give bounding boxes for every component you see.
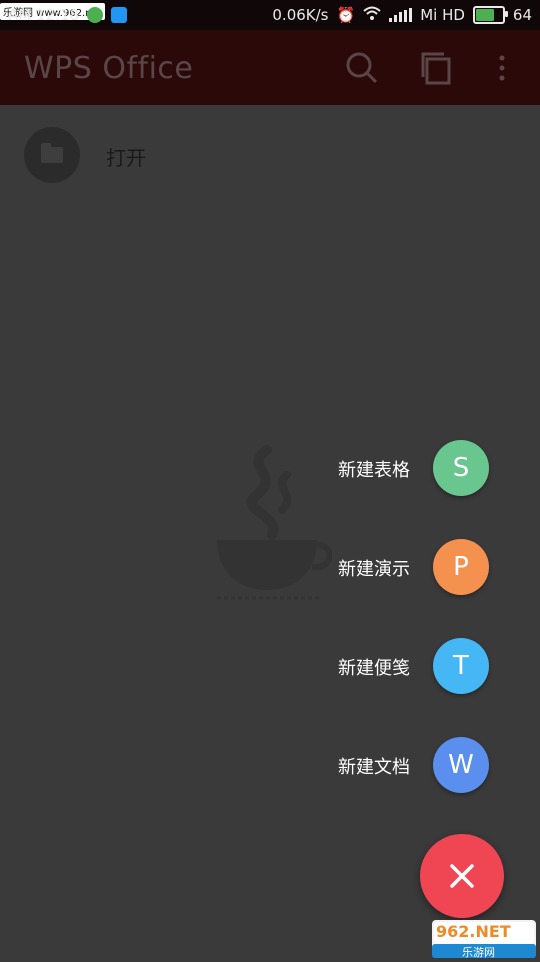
open-label: 打开 [106, 146, 146, 170]
window-switch-icon[interactable] [418, 50, 454, 86]
presentation-button[interactable]: P [433, 539, 489, 595]
document-icon: W [448, 750, 474, 780]
signal-icon [389, 8, 413, 22]
presentation-icon: P [453, 552, 469, 582]
app-bar: WPS Office [0, 30, 540, 105]
status-time: AM 12:18 [8, 6, 80, 24]
wifi-icon [363, 6, 381, 24]
new-presentation-label[interactable]: 新建演示 [338, 555, 410, 581]
search-icon[interactable] [344, 50, 380, 86]
bottom-watermark: 962.NET 乐游网 [432, 920, 536, 959]
network-speed: 0.06K/s [272, 6, 329, 24]
alarm-icon: ⏰ [336, 6, 356, 24]
folder-icon [41, 143, 63, 163]
new-note-label[interactable]: 新建便笺 [338, 654, 410, 680]
watermark-subtitle: 乐游网 [462, 946, 495, 959]
folder-avatar [24, 127, 80, 183]
note-icon: T [453, 651, 469, 681]
more-vertical-icon[interactable] [488, 50, 512, 86]
new-document-item[interactable]: 新建文档 W [0, 735, 540, 795]
new-presentation-item[interactable]: 新建演示 P [0, 537, 540, 597]
app-title: WPS Office [24, 51, 194, 86]
note-button[interactable]: T [433, 638, 489, 694]
watermark-brand: 962.NET [436, 922, 511, 941]
new-spreadsheet-label[interactable]: 新建表格 [338, 456, 410, 482]
new-spreadsheet-item[interactable]: 新建表格 S [0, 438, 540, 498]
wifi-app-icon [111, 7, 128, 23]
battery-icon [472, 6, 508, 24]
close-icon [450, 864, 474, 888]
spreadsheet-icon: S [452, 453, 470, 483]
close-fab-button[interactable] [420, 834, 504, 918]
battery-percent: 64 [512, 6, 532, 24]
battery-fill [475, 9, 494, 21]
spreadsheet-button[interactable]: S [433, 440, 489, 496]
new-document-label[interactable]: 新建文档 [338, 753, 410, 779]
document-button[interactable]: W [433, 737, 489, 793]
status-bar: 乐游网 www.962.net AM 12:18 0.06K/s ⏰ Mi HD… [0, 0, 540, 30]
download-icon [87, 7, 104, 23]
open-row[interactable]: 打开 [0, 105, 540, 205]
new-note-item[interactable]: 新建便笺 T [0, 636, 540, 696]
carrier-label: Mi HD [420, 6, 465, 24]
